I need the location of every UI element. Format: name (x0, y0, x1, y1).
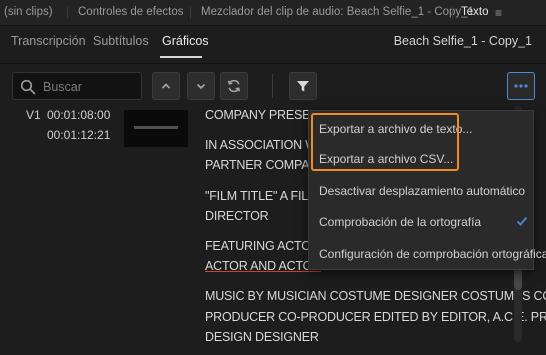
clip-name: Beach Selfie_1 - Copy_1 (393, 34, 532, 48)
caption-line: PRODUCER CO-PRODUCER EDITED BY EDITOR, A… (205, 310, 546, 324)
thumbnail-text (134, 126, 178, 129)
refresh-button[interactable] (220, 72, 248, 100)
panel-tab-source[interactable]: (sin clips) (4, 6, 53, 18)
next-button[interactable] (187, 72, 215, 100)
refresh-icon (227, 79, 241, 93)
tab-divider (190, 7, 191, 19)
panel-tab-audio-clip-mixer[interactable]: Mezclador del clip de audio: Beach Selfi… (201, 6, 474, 18)
tab-transcription[interactable]: Transcripción (11, 34, 86, 48)
tab-captions[interactable]: Subtítulos (93, 34, 149, 48)
search-icon (20, 79, 36, 95)
options-menu: Exportar a archivo de texto... Exportar … (308, 110, 546, 270)
checkmark-icon (516, 216, 528, 226)
tab-graphics[interactable]: Gráficos (162, 34, 209, 48)
filter-icon (297, 81, 309, 92)
panel-tab-effect-controls[interactable]: Controles de efectos (78, 6, 183, 18)
search-input[interactable] (43, 77, 138, 96)
toolbar-divider (272, 74, 273, 98)
caption-line: DIRECTOR (205, 209, 269, 223)
panel-tab-text[interactable]: Texto (461, 6, 489, 18)
timecode-in[interactable]: 00:01:08:00 (47, 108, 110, 122)
caption-line: MUSIC BY MUSICIAN COSTUME DESIGNER COSTU… (205, 289, 546, 303)
menu-item-disable-autoscroll[interactable]: Desactivar desplazamiento automático (319, 184, 525, 198)
caption-line: DESIGN DESIGNER (205, 330, 319, 344)
more-options-button[interactable] (507, 72, 535, 100)
clip-thumbnail[interactable] (124, 110, 188, 147)
panel-tab-bar: (sin clips) Controles de efectos Mezclad… (0, 0, 546, 26)
caption-line: ACTOR AND ACTOR (205, 259, 322, 273)
menu-item-spell-check-settings[interactable]: Configuración de comprobación ortográfic… (319, 247, 546, 261)
menu-item-spell-check[interactable]: Comprobación de la ortografía (319, 215, 481, 229)
highlight-box (311, 113, 459, 171)
tab-divider (67, 7, 68, 19)
filter-button[interactable] (289, 72, 317, 100)
previous-button[interactable] (152, 72, 180, 100)
more-options-icon (514, 84, 528, 88)
divider (0, 63, 546, 64)
timecode-out[interactable]: 00:01:12:21 (47, 128, 110, 142)
text-sub-tabs: Transcripción Subtítulos Gráficos Beach … (0, 26, 546, 64)
tab-divider (452, 7, 453, 19)
active-tab-indicator (160, 56, 202, 58)
search-box[interactable] (12, 72, 142, 100)
chevron-up-icon (161, 83, 171, 89)
chevron-down-icon (196, 83, 206, 90)
track-label: V1 (26, 108, 41, 122)
panel-menu-icon[interactable]: ≡ (495, 6, 502, 20)
